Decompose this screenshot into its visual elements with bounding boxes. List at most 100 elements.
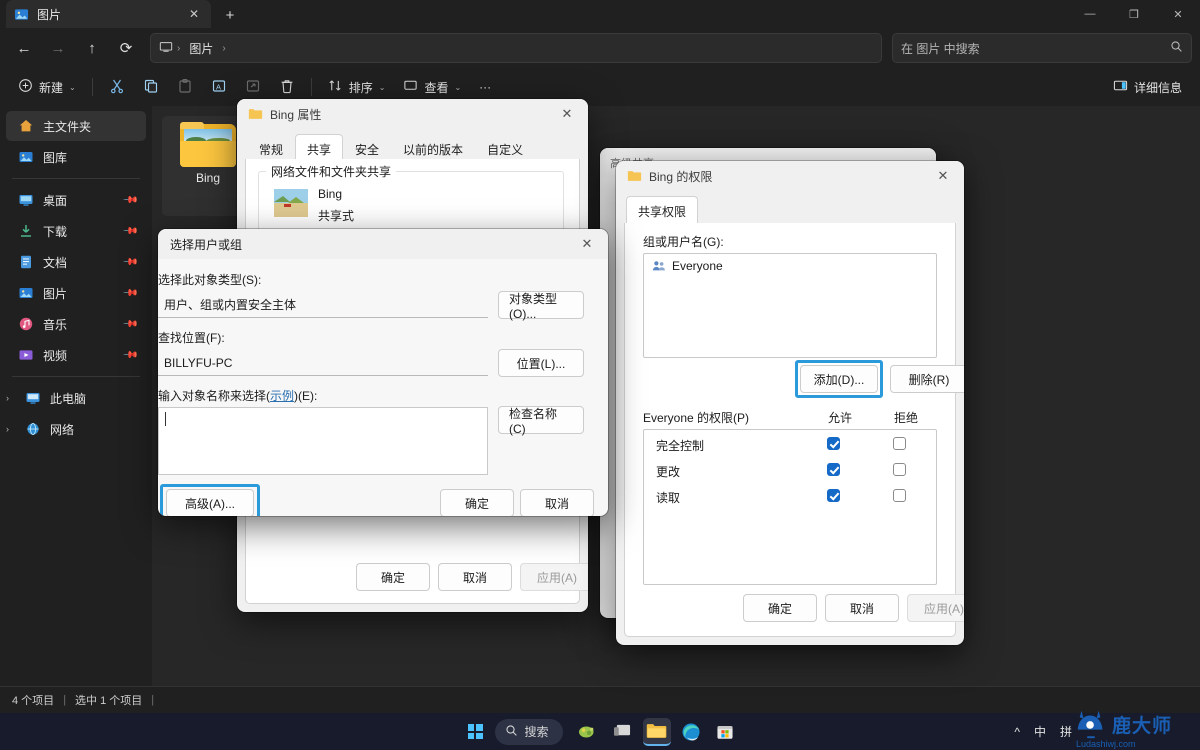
names-label-prefix: 输入对象名称来选择( [158, 389, 270, 403]
sidebar-item-music[interactable]: 音乐 📌 [6, 309, 146, 339]
advanced-button[interactable]: 高级(A)... [166, 489, 254, 516]
sidebar-item-videos[interactable]: 视频 📌 [6, 340, 146, 370]
status-sep-2: | [151, 694, 155, 706]
object-type-button[interactable]: 对象类型(O)... [498, 291, 584, 321]
ime-pinyin-indicator[interactable]: 拼 [1060, 723, 1072, 740]
deny-checkbox-change[interactable] [892, 463, 906, 476]
properties-close-icon[interactable]: ✕ [552, 101, 582, 127]
sort-button[interactable]: 排序 ⌄ [320, 72, 394, 102]
add-user-button[interactable]: 添加(D)... [800, 365, 878, 393]
object-type-value[interactable]: 用户、组或内置安全主体 [158, 292, 488, 318]
expand-icon-this-pc[interactable]: › [6, 393, 18, 403]
forward-button: → [50, 39, 66, 57]
more-button[interactable]: ··· [471, 72, 499, 102]
delete-button[interactable] [271, 72, 303, 102]
details-pane-label: 详细信息 [1133, 80, 1182, 95]
rename-icon: A [211, 78, 227, 97]
sidebar-item-pictures[interactable]: 图片 📌 [6, 278, 146, 308]
pin-icon-desktop[interactable]: 📌 [121, 192, 138, 209]
location-button[interactable]: 位置(L)... [498, 349, 584, 377]
details-pane-button[interactable]: 详细信息 [1105, 72, 1190, 102]
breadcrumb[interactable]: › 图片 › [150, 33, 882, 63]
permissions-listbox[interactable]: 完全控制 更改 读取 [643, 429, 937, 585]
permissions-cancel-button[interactable]: 取消 [825, 594, 899, 622]
deny-checkbox-full-control[interactable] [892, 437, 906, 450]
new-tab-button[interactable]: + [218, 4, 242, 26]
up-button[interactable]: ↑ [76, 33, 108, 63]
names-label: 输入对象名称来选择(示例)(E): [158, 387, 317, 404]
sidebar-item-downloads[interactable]: 下载 📌 [6, 216, 146, 246]
tray-chevron-icon[interactable]: ^ [1014, 725, 1020, 739]
minimize-button[interactable]: — [1068, 0, 1112, 28]
pin-icon-pictures[interactable]: 📌 [121, 285, 138, 302]
widgets-icon[interactable] [575, 718, 603, 746]
select-users-cancel-button[interactable]: 取消 [520, 489, 594, 516]
cut-button[interactable] [101, 72, 133, 102]
pin-icon-videos[interactable]: 📌 [121, 347, 138, 364]
allow-cell-read[interactable] [798, 489, 868, 505]
close-button[interactable]: ✕ [1156, 0, 1200, 28]
allow-checkbox-read[interactable] [826, 489, 840, 502]
expand-icon-network[interactable]: › [6, 424, 18, 434]
permissions-close-icon[interactable]: ✕ [928, 163, 958, 189]
sidebar-item-desktop[interactable]: 桌面 📌 [6, 185, 146, 215]
permission-row-full-control[interactable]: 完全控制 [644, 435, 936, 455]
breadcrumb-item-pictures[interactable]: 图片 [184, 38, 218, 59]
permissions-label: Everyone 的权限(P) [643, 411, 750, 425]
location-value[interactable]: BILLYFU-PC [158, 350, 488, 376]
pin-icon-documents[interactable]: 📌 [121, 254, 138, 271]
column-deny: 拒绝 [893, 411, 918, 425]
select-users-dialog[interactable]: 选择用户或组 ✕ 选择此对象类型(S): 用户、组或内置安全主体 对象类型(O)… [158, 229, 608, 516]
allow-checkbox-change[interactable] [826, 463, 840, 476]
taskbar-search[interactable]: 搜索 [495, 718, 563, 745]
view-button[interactable]: 查看 ⌄ [395, 72, 469, 102]
object-names-input[interactable] [158, 407, 488, 475]
select-users-ok-button[interactable]: 确定 [440, 489, 514, 516]
sidebar-item-gallery[interactable]: 图库 [6, 142, 146, 172]
start-button[interactable] [461, 718, 489, 746]
tab-pictures[interactable]: 图片 ✕ [6, 0, 211, 28]
permission-row-change[interactable]: 更改 [644, 461, 936, 481]
breadcrumb-sep-2[interactable]: › [222, 43, 225, 54]
search-input[interactable]: 在 图片 中搜索 [892, 33, 1192, 63]
pin-icon-music[interactable]: 📌 [121, 316, 138, 333]
properties-cancel-button[interactable]: 取消 [438, 563, 512, 591]
deny-cell-change[interactable] [868, 463, 930, 479]
maximize-button[interactable]: ❐ [1112, 0, 1156, 28]
copy-button[interactable] [135, 72, 167, 102]
task-view-icon[interactable] [609, 718, 637, 746]
column-allow: 允许 [827, 411, 852, 425]
tab-close-icon[interactable]: ✕ [185, 5, 203, 23]
users-listbox[interactable]: Everyone [643, 253, 937, 358]
allow-cell-full-control[interactable] [798, 437, 868, 453]
sidebar-divider-2 [12, 376, 140, 377]
sidebar-item-documents[interactable]: 文档 📌 [6, 247, 146, 277]
file-explorer-icon[interactable] [642, 717, 671, 746]
refresh-button[interactable]: ⟳ [110, 33, 142, 63]
sidebar-item-network[interactable]: › 网络 [6, 414, 146, 444]
list-item-everyone[interactable]: Everyone [644, 254, 936, 278]
microsoft-store-icon[interactable] [711, 718, 739, 746]
users-group-icon [652, 259, 666, 273]
permissions-ok-button[interactable]: 确定 [743, 594, 817, 622]
back-button[interactable]: ← [8, 33, 40, 63]
allow-checkbox-full-control[interactable] [826, 437, 840, 450]
sidebar-item-this-pc[interactable]: › 此电脑 [6, 383, 146, 413]
permissions-dialog[interactable]: Bing 的权限 ✕ 共享权限 组或用户名(G): Everyone 添加(D)… [616, 161, 964, 645]
deny-checkbox-read[interactable] [892, 489, 906, 502]
check-names-button[interactable]: 检查名称(C) [498, 406, 584, 436]
ime-mode-indicator[interactable]: 中 [1034, 723, 1046, 740]
new-button[interactable]: 新建 ⌄ [10, 72, 84, 102]
deny-cell-full-control[interactable] [868, 437, 930, 453]
properties-ok-button[interactable]: 确定 [356, 563, 430, 591]
rename-button[interactable]: A [203, 72, 235, 102]
pin-icon-downloads[interactable]: 📌 [121, 223, 138, 240]
permission-row-read[interactable]: 读取 [644, 487, 936, 507]
select-users-close-icon[interactable]: ✕ [572, 231, 602, 257]
allow-cell-change[interactable] [798, 463, 868, 479]
deny-cell-read[interactable] [868, 489, 930, 505]
remove-user-button[interactable]: 删除(R) [890, 365, 964, 393]
sidebar-item-home[interactable]: 主文件夹 [6, 111, 146, 141]
example-link[interactable]: 示例 [270, 389, 294, 403]
edge-icon[interactable] [677, 718, 705, 746]
